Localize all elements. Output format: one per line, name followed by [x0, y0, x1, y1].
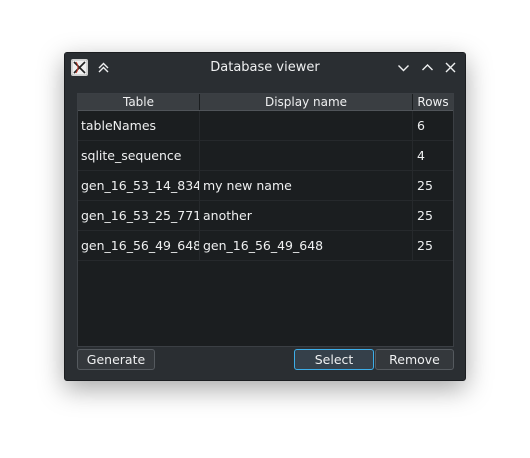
column-header-display-name[interactable]: Display name: [200, 94, 413, 110]
column-header-rows[interactable]: Rows: [413, 94, 453, 110]
cell-rows[interactable]: 25: [413, 201, 453, 230]
column-header-table[interactable]: Table: [78, 94, 200, 110]
cell-display-name[interactable]: [200, 111, 413, 140]
cell-table[interactable]: sqlite_sequence: [78, 141, 200, 170]
close-icon[interactable]: [442, 59, 459, 76]
cell-display-name[interactable]: [200, 141, 413, 170]
title-bar[interactable]: Database viewer: [65, 53, 465, 82]
cell-display-name[interactable]: another: [200, 201, 413, 230]
cell-display-name[interactable]: gen_16_56_49_648: [200, 231, 413, 260]
remove-button[interactable]: Remove: [375, 349, 454, 370]
table-row[interactable]: gen_16_56_49_648 gen_16_56_49_648 25: [78, 231, 453, 261]
table-row[interactable]: gen_16_53_25_771 another 25: [78, 201, 453, 231]
table-row[interactable]: gen_16_53_14_834 my new name 25: [78, 171, 453, 201]
minimize-icon[interactable]: [395, 59, 412, 76]
cell-table[interactable]: gen_16_53_14_834: [78, 171, 200, 200]
database-viewer-window: Database viewer Table Display name Rows …: [64, 52, 466, 381]
cell-table[interactable]: gen_16_53_25_771: [78, 201, 200, 230]
tables-list[interactable]: Table Display name Rows tableNames 6 sql…: [77, 93, 454, 347]
cell-rows[interactable]: 6: [413, 111, 453, 140]
cell-display-name[interactable]: my new name: [200, 171, 413, 200]
generate-button[interactable]: Generate: [77, 349, 155, 370]
cell-rows[interactable]: 25: [413, 231, 453, 260]
table-row[interactable]: sqlite_sequence 4: [78, 141, 453, 171]
cell-table[interactable]: gen_16_56_49_648: [78, 231, 200, 260]
table-header: Table Display name Rows: [78, 94, 453, 111]
cell-rows[interactable]: 25: [413, 171, 453, 200]
table-row[interactable]: tableNames 6: [78, 111, 453, 141]
maximize-icon[interactable]: [419, 59, 436, 76]
cell-rows[interactable]: 4: [413, 141, 453, 170]
select-button[interactable]: Select: [294, 349, 374, 370]
cell-table[interactable]: tableNames: [78, 111, 200, 140]
